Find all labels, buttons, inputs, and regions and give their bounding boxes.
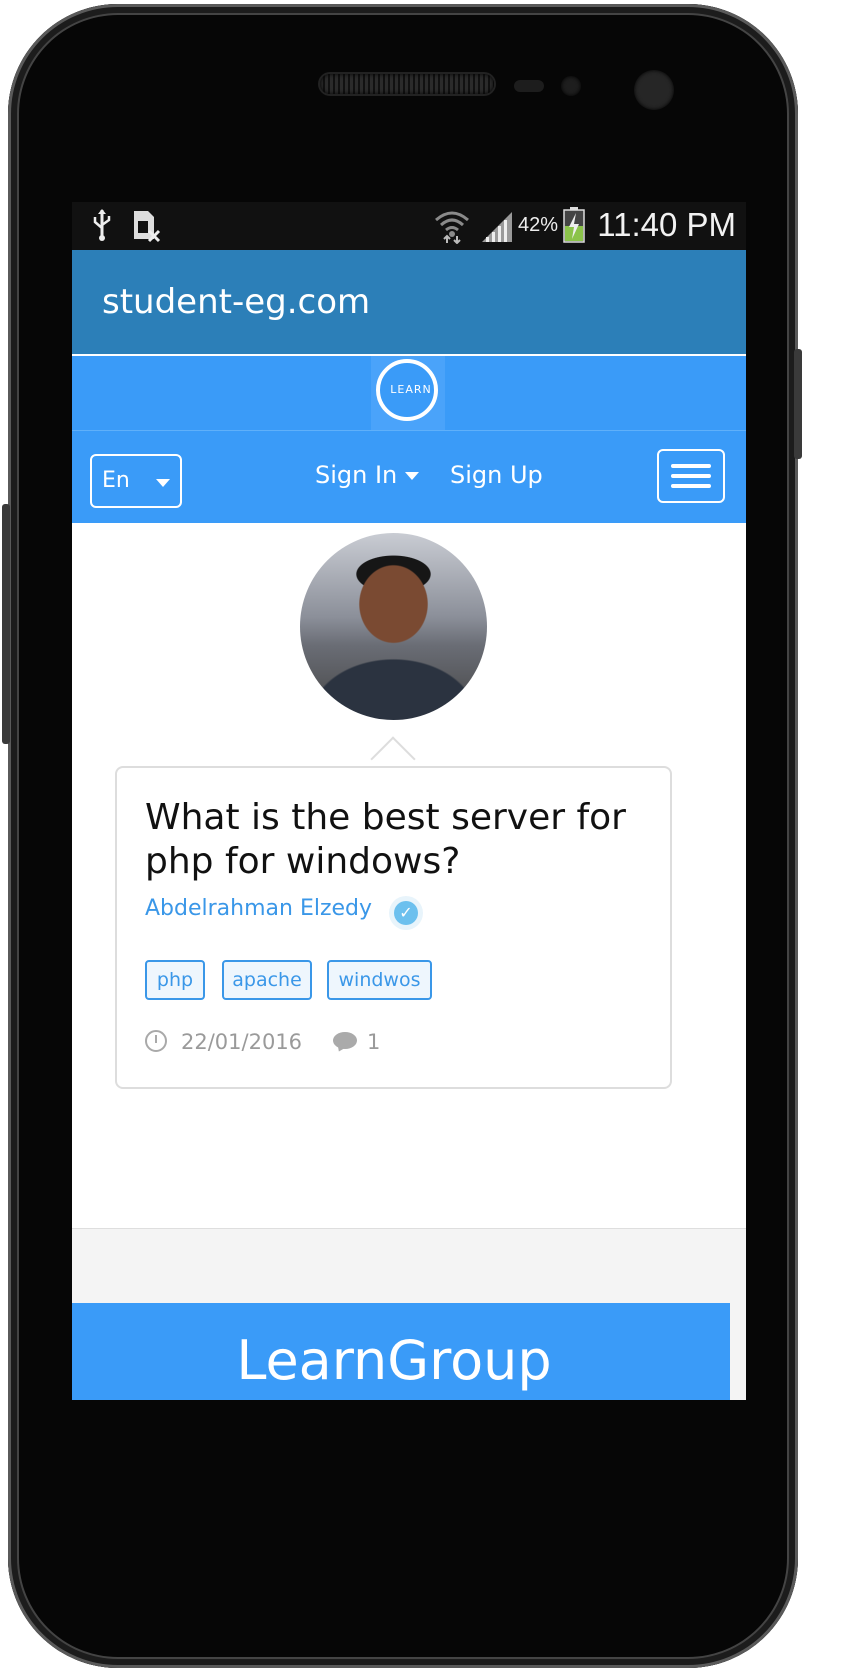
- menu-toggle-button[interactable]: [657, 449, 725, 503]
- author-link[interactable]: Abdelrahman Elzedy: [145, 896, 372, 921]
- tag-apache[interactable]: apache: [222, 960, 312, 1000]
- chevron-down-icon: [405, 472, 420, 480]
- app-bar-title: student-eg.com: [102, 282, 371, 322]
- light-sensor: [561, 76, 581, 96]
- screen: 42% 11:40 PM student-eg.com LEARN En Sig…: [72, 202, 746, 1400]
- battery-charging-icon: [563, 207, 585, 243]
- footer-banner: LearnGroup: [72, 1303, 730, 1400]
- comment-count[interactable]: 1: [367, 1030, 380, 1054]
- question-date: 22/01/2016: [181, 1030, 303, 1054]
- footer-brand: LearnGroup: [236, 1329, 552, 1392]
- menu-icon-bar: [671, 464, 711, 468]
- site-logo-text: LEARN: [390, 383, 432, 396]
- site-logo: LEARN: [376, 359, 438, 421]
- tag-windwos[interactable]: windwos: [327, 960, 432, 1000]
- usb-icon: [93, 209, 111, 241]
- no-sim-icon: [134, 211, 161, 243]
- menu-icon-bar: [671, 484, 711, 488]
- sign-up-link[interactable]: Sign Up: [450, 461, 543, 489]
- comment-icon: [333, 1032, 357, 1049]
- language-select[interactable]: En: [90, 454, 182, 508]
- logo-strip: LEARN: [72, 356, 746, 430]
- sign-in-label: Sign In: [315, 461, 398, 489]
- sign-up-label: Sign Up: [450, 461, 543, 489]
- author-avatar[interactable]: [300, 533, 487, 720]
- browser-app-bar: student-eg.com: [72, 250, 746, 354]
- site-navbar: En Sign In Sign Up: [72, 430, 746, 523]
- power-button: [794, 349, 802, 459]
- question-card: What is the best server for php for wind…: [115, 766, 672, 1089]
- status-bar: 42% 11:40 PM: [72, 202, 746, 250]
- verified-badge: ✓: [389, 896, 423, 930]
- tag-php[interactable]: php: [145, 960, 205, 1000]
- signal-icon: [482, 212, 512, 242]
- language-value: En: [102, 468, 130, 493]
- question-title[interactable]: What is the best server for php for wind…: [145, 796, 645, 884]
- menu-icon-bar: [671, 474, 711, 478]
- site-logo-link[interactable]: LEARN: [371, 356, 445, 430]
- status-time: 11:40 PM: [597, 206, 736, 243]
- check-icon: ✓: [394, 901, 418, 925]
- wifi-icon: [435, 211, 469, 244]
- clock-icon: [145, 1030, 167, 1052]
- proximity-sensor: [514, 80, 544, 92]
- earpiece-speaker: [320, 74, 494, 94]
- volume-button: [2, 504, 10, 744]
- phone-frame: 42% 11:40 PM student-eg.com LEARN En Sig…: [2, 4, 802, 1668]
- battery-percent: 42%: [518, 214, 559, 236]
- front-camera: [634, 70, 674, 110]
- chevron-down-icon: [156, 479, 170, 487]
- sign-in-dropdown[interactable]: Sign In: [315, 461, 420, 489]
